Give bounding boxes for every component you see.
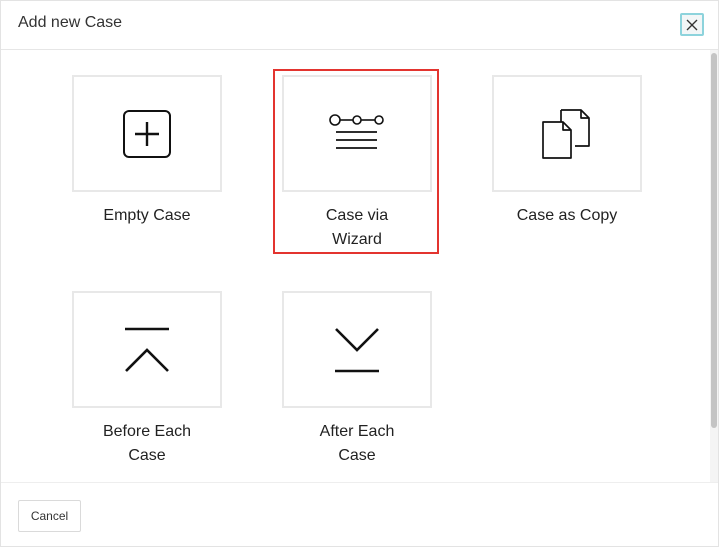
wizard-steps-icon <box>329 113 384 149</box>
option-before-each-case[interactable]: Before Each Case <box>72 291 238 465</box>
option-label: Empty Case <box>103 207 191 224</box>
option-case-as-copy[interactable]: Case as Copy <box>492 75 658 225</box>
option-case-via-wizard[interactable]: Case via Wizard <box>282 75 448 249</box>
copy-documents-icon <box>542 108 590 159</box>
scrollbar-thumb[interactable] <box>711 53 717 428</box>
before-each-icon <box>125 327 169 372</box>
option-label: Before Each Case <box>102 423 192 464</box>
option-tile[interactable] <box>72 291 222 408</box>
close-button[interactable] <box>680 13 704 36</box>
option-tile[interactable] <box>72 75 222 192</box>
option-label: After Each Case <box>319 423 395 464</box>
close-icon <box>686 19 698 30</box>
option-after-each-case[interactable]: After Each Case <box>282 291 448 465</box>
option-label: Case as Copy <box>516 207 618 224</box>
option-empty-case[interactable]: Empty Case <box>72 75 238 225</box>
plus-square-icon <box>123 109 171 158</box>
cancel-button[interactable]: Cancel <box>18 500 81 532</box>
after-each-icon <box>335 327 379 372</box>
dialog-header: Add new Case <box>1 1 718 50</box>
add-case-dialog: Add new Case Empty Case Case via Wizard … <box>0 0 719 547</box>
option-tile[interactable] <box>282 75 432 192</box>
option-label: Case via Wizard <box>325 207 389 248</box>
dialog-footer: Cancel <box>1 482 718 546</box>
option-tile[interactable] <box>282 291 432 408</box>
option-tile[interactable] <box>492 75 642 192</box>
dialog-title: Add new Case <box>18 14 123 31</box>
